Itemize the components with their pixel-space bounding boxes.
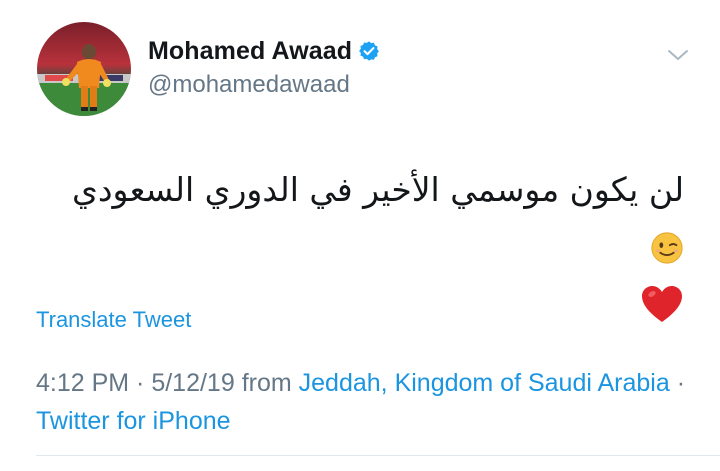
winking-face-icon <box>650 231 684 265</box>
chevron-down-icon[interactable] <box>666 45 690 65</box>
red-heart-icon <box>640 284 684 324</box>
user-name-row[interactable]: Mohamed Awaad <box>148 36 380 66</box>
source-link[interactable]: Twitter for iPhone <box>36 407 231 435</box>
meta-separator: · <box>129 369 152 397</box>
divider <box>36 455 720 456</box>
from-label: from <box>234 369 299 397</box>
tweet-text: لن يكون موسمي الأخير في الدوري السعودي <box>72 170 684 209</box>
avatar[interactable] <box>37 22 131 116</box>
tweet-body: لن يكون موسمي الأخير في الدوري السعودي <box>44 162 684 324</box>
verified-badge-icon <box>358 40 380 62</box>
tweet-date[interactable]: 5/12/19 <box>151 369 234 397</box>
meta-separator: · <box>669 369 686 397</box>
tweet-time[interactable]: 4:12 PM <box>36 369 129 397</box>
location-link[interactable]: Jeddah, Kingdom of Saudi Arabia <box>299 369 670 397</box>
avatar-photo <box>37 22 131 116</box>
user-handle[interactable]: @mohamedawaad <box>148 71 350 99</box>
tweet-metadata: 4:12 PM · 5/12/19 from Jeddah, Kingdom o… <box>36 364 686 440</box>
translate-tweet-link[interactable]: Translate Tweet <box>36 307 191 333</box>
display-name[interactable]: Mohamed Awaad <box>148 37 352 66</box>
